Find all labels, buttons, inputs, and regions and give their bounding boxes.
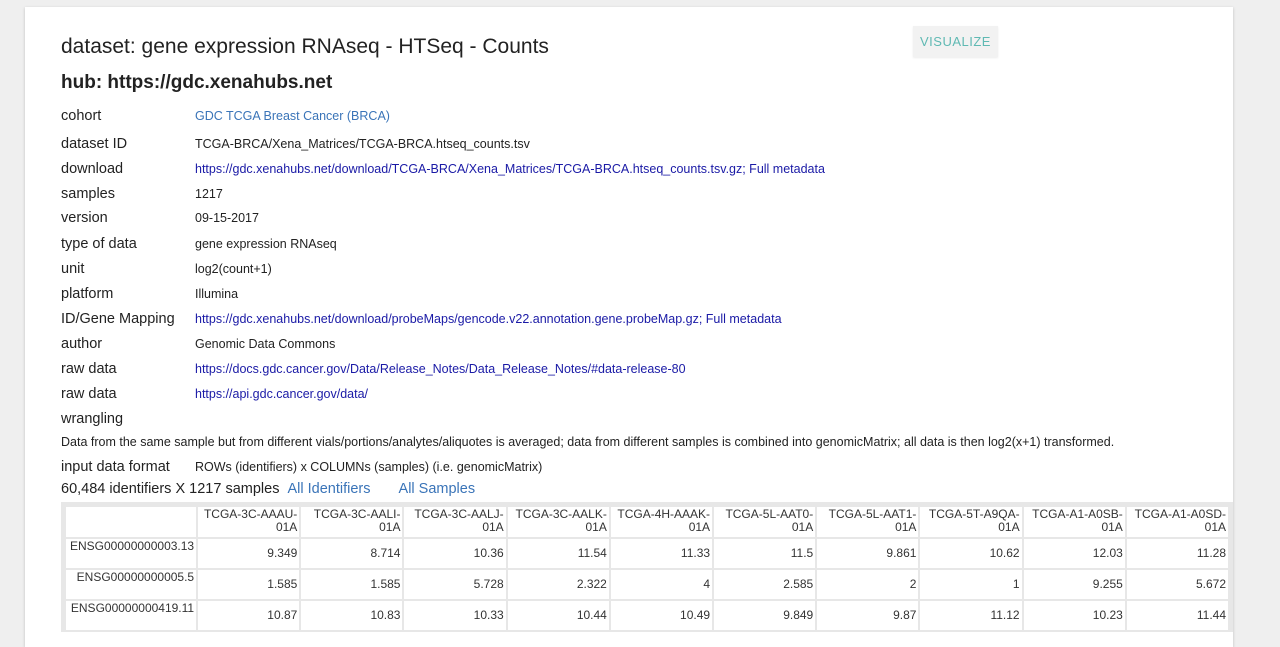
unit-value: log2(count+1)	[195, 262, 272, 276]
column-header: TCGA-4H-AAAK-01A	[610, 507, 713, 537]
table-cell: 10.44	[507, 601, 609, 630]
raw-data-release-notes-link[interactable]: https://docs.gdc.cancer.gov/Data/Release…	[195, 359, 686, 379]
column-header: TCGA-5T-A9QA-01A	[920, 507, 1022, 537]
meta-label: ID/Gene Mapping	[61, 311, 175, 327]
meta-label: author	[61, 336, 103, 352]
table-cell: 1	[920, 570, 1022, 599]
meta-label: type of data	[61, 236, 137, 252]
row-identifier: ENSG00000000005.5	[66, 570, 197, 599]
download-link[interactable]: https://gdc.xenahubs.net/download/TCGA-B…	[195, 159, 825, 179]
hub-label: hub: https://gdc.xenahubs.net	[61, 72, 333, 93]
column-header: TCGA-3C-AAAU-01A	[198, 507, 300, 537]
table-row: ENSG00000000005.5 1.585 1.585 5.728 2.32…	[66, 570, 1228, 599]
all-samples-link[interactable]: All Samples	[399, 481, 476, 497]
identifier-sample-summary: 60,484 identifiers X 1217 samples All Id…	[61, 481, 475, 497]
table-cell: 1.585	[198, 570, 300, 599]
table-cell: 8.714	[301, 539, 403, 568]
meta-label: raw data	[61, 361, 117, 377]
table-cell: 5.672	[1126, 570, 1228, 599]
table-cell: 9.349	[198, 539, 300, 568]
data-preview-table-wrap: TCGA-3C-AAAU-01A TCGA-3C-AALI-01A TCGA-3…	[61, 502, 1233, 632]
meta-label: wrangling	[61, 411, 124, 427]
table-cell: 9.849	[714, 601, 816, 630]
meta-label: platform	[61, 286, 114, 302]
column-header: TCGA-3C-AALK-01A	[507, 507, 609, 537]
table-cell: 10.62	[920, 539, 1022, 568]
cohort-link[interactable]: GDC TCGA Breast Cancer (BRCA)	[195, 106, 390, 126]
data-preview-table: TCGA-3C-AAAU-01A TCGA-3C-AALI-01A TCGA-3…	[64, 505, 1230, 632]
platform-value: Illumina	[195, 287, 239, 301]
table-cell: 10.87	[198, 601, 300, 630]
meta-label: download	[61, 161, 124, 177]
table-cell: 12.03	[1023, 539, 1125, 568]
table-cell: 11.28	[1126, 539, 1228, 568]
meta-label: cohort	[61, 108, 102, 124]
all-identifiers-link[interactable]: All Identifiers	[287, 481, 370, 497]
table-cell: 4	[610, 570, 713, 599]
visualize-button[interactable]: VISUALIZE	[913, 26, 998, 57]
table-cell: 10.23	[1023, 601, 1125, 630]
table-row: ENSG00000000419.11 10.87 10.83 10.33 10.…	[66, 601, 1228, 630]
table-cell: 10.36	[404, 539, 506, 568]
table-corner-cell	[66, 507, 197, 537]
meta-label: version	[61, 210, 108, 226]
column-header: TCGA-A1-A0SD-01A	[1126, 507, 1228, 537]
table-cell: 2.322	[507, 570, 609, 599]
type-of-data-value: gene expression RNAseq	[195, 237, 337, 251]
samples-value: 1217	[195, 187, 223, 201]
author-value: Genomic Data Commons	[195, 337, 336, 351]
table-cell: 2.585	[714, 570, 816, 599]
counts-text: 60,484 identifiers X 1217 samples	[61, 481, 280, 497]
table-cell: 1.585	[301, 570, 403, 599]
meta-label: input data format	[61, 459, 170, 475]
meta-label: raw data	[61, 386, 117, 402]
column-header: TCGA-3C-AALI-01A	[301, 507, 403, 537]
table-cell: 11.54	[507, 539, 609, 568]
row-identifier: ENSG00000000003.13	[66, 539, 197, 568]
table-cell: 11.12	[920, 601, 1022, 630]
id-mapping-link[interactable]: https://gdc.xenahubs.net/download/probeM…	[195, 309, 782, 329]
table-cell: 11.44	[1126, 601, 1228, 630]
table-cell: 9.861	[817, 539, 919, 568]
page-title: dataset: gene expression RNAseq - HTSeq …	[61, 35, 549, 58]
table-cell: 10.83	[301, 601, 403, 630]
wrangling-description: Data from the same sample but from diffe…	[61, 435, 1115, 449]
table-cell: 11.5	[714, 539, 816, 568]
table-header-row: TCGA-3C-AAAU-01A TCGA-3C-AALI-01A TCGA-3…	[66, 507, 1228, 537]
column-header: TCGA-5L-AAT0-01A	[714, 507, 816, 537]
table-cell: 11.33	[610, 539, 713, 568]
meta-label: samples	[61, 186, 115, 202]
table-cell: 9.255	[1023, 570, 1125, 599]
table-cell: 5.728	[404, 570, 506, 599]
input-format-value: ROWs (identifiers) x COLUMNs (samples) (…	[195, 460, 543, 474]
table-cell: 2	[817, 570, 919, 599]
table-cell: 9.87	[817, 601, 919, 630]
version-value: 09-15-2017	[195, 211, 259, 225]
dataset-card: dataset: gene expression RNAseq - HTSeq …	[25, 7, 1233, 647]
dataset-id-value: TCGA-BRCA/Xena_Matrices/TCGA-BRCA.htseq_…	[195, 137, 530, 151]
table-cell: 10.33	[404, 601, 506, 630]
column-header: TCGA-A1-A0SB-01A	[1023, 507, 1125, 537]
row-identifier: ENSG00000000419.11	[66, 601, 197, 630]
meta-label: unit	[61, 261, 85, 277]
table-row: ENSG00000000003.13 9.349 8.714 10.36 11.…	[66, 539, 1228, 568]
meta-label: dataset ID	[61, 136, 128, 152]
column-header: TCGA-3C-AALJ-01A	[404, 507, 506, 537]
raw-data-api-link[interactable]: https://api.gdc.cancer.gov/data/	[195, 384, 368, 404]
column-header: TCGA-5L-AAT1-01A	[817, 507, 919, 537]
table-cell: 10.49	[610, 601, 713, 630]
